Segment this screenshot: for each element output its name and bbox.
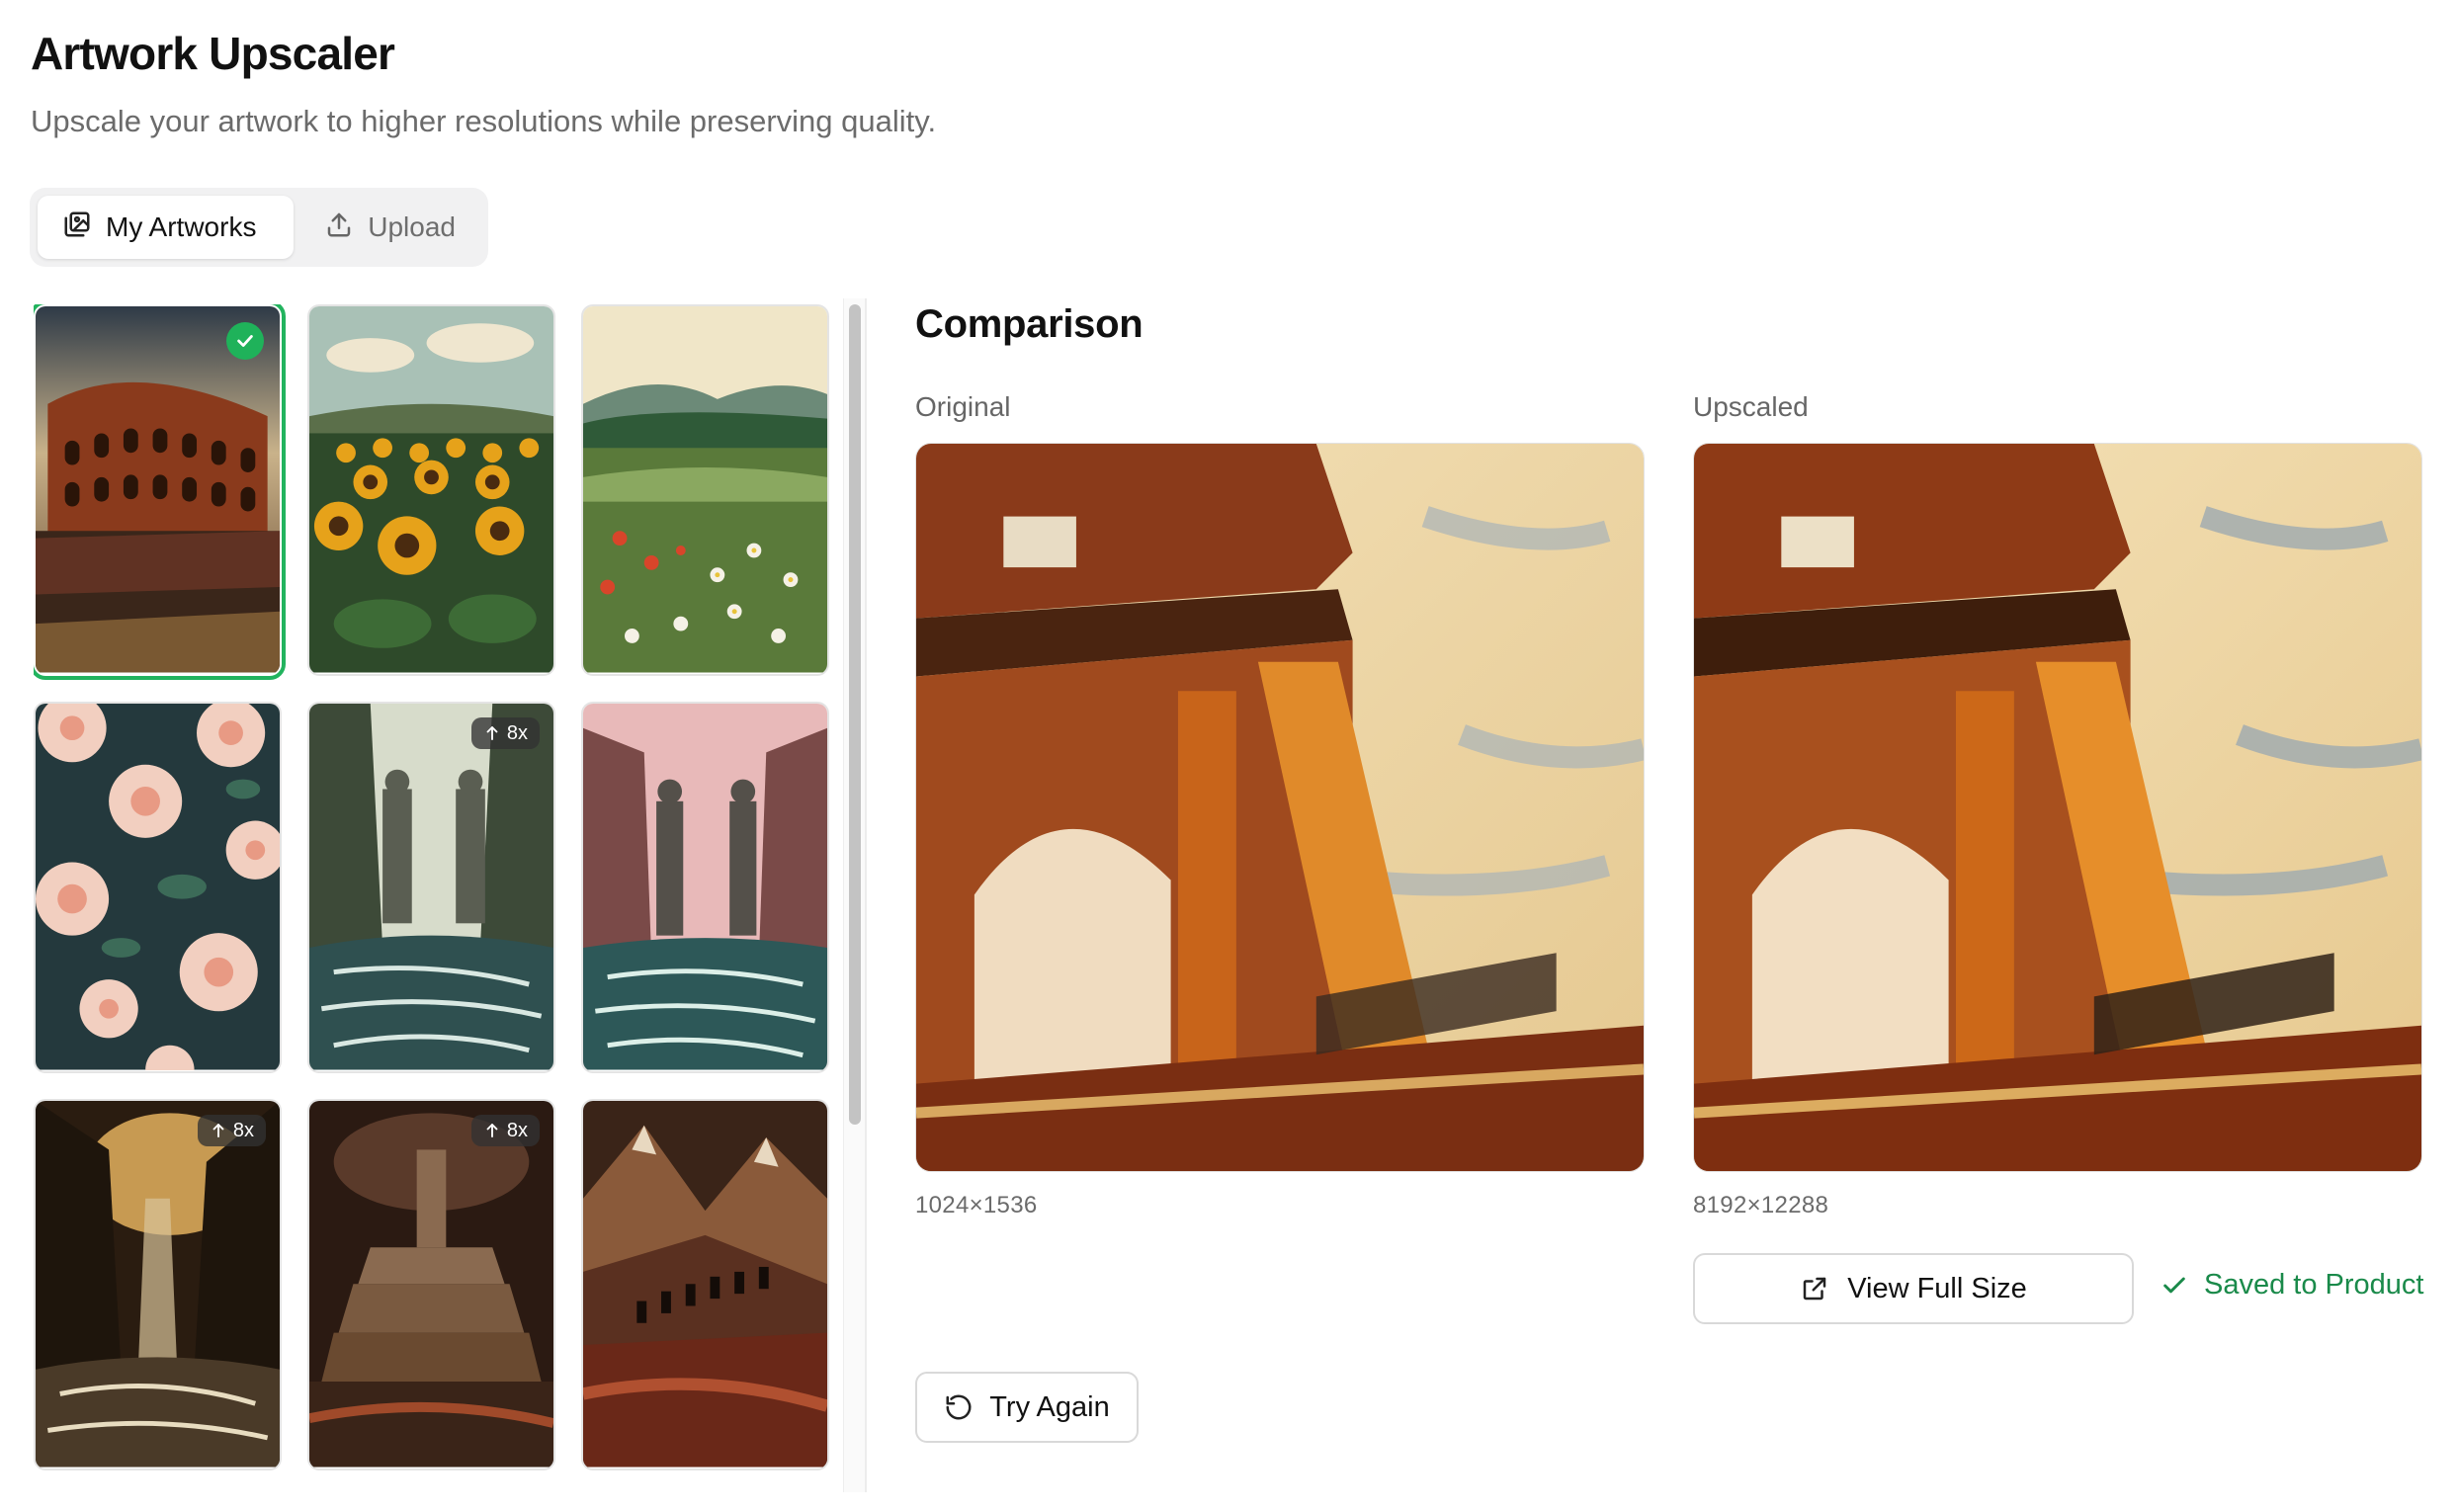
artwork-thumbnail[interactable]	[581, 702, 829, 1073]
artwork-image	[36, 704, 280, 1070]
artwork-thumbnail[interactable]: 8x	[34, 1099, 282, 1470]
original-artwork	[916, 444, 1644, 1171]
artwork-image	[309, 1101, 553, 1468]
artwork-thumbnail[interactable]	[34, 702, 282, 1073]
original-dimensions: 1024×1536	[915, 1192, 1038, 1218]
arrow-up-icon	[212, 1124, 224, 1137]
images-icon	[62, 210, 92, 246]
upscaled-label: Upscaled	[1693, 391, 1809, 422]
tab-upload[interactable]: Upload	[299, 196, 480, 259]
upscale-badge-label: 8x	[232, 1119, 254, 1141]
upscale-badge-label: 8x	[506, 1119, 528, 1141]
page-title: Artwork Upscaler	[31, 28, 395, 79]
tab-my-artworks[interactable]: My Artworks	[38, 196, 295, 259]
artwork-image	[36, 306, 280, 673]
page-header: Artwork Upscaler Upscale your artwork to…	[31, 30, 936, 138]
view-full-size-button[interactable]: View Full Size	[1693, 1253, 2134, 1324]
upscaled-dimensions: 8192×12288	[1693, 1192, 1829, 1218]
selected-check-icon	[226, 322, 264, 360]
artwork-thumbnail[interactable]	[581, 304, 829, 676]
source-tabs: My Artworks Upload	[30, 188, 488, 267]
scrollbar-thumb[interactable]	[849, 304, 861, 1125]
external-link-icon	[1803, 1277, 1826, 1301]
tab-label: Upload	[368, 211, 456, 242]
tab-label: My Artworks	[106, 211, 257, 242]
try-again-button[interactable]: Try Again	[915, 1372, 1139, 1443]
artwork-thumbnail[interactable]	[307, 304, 555, 676]
original-label: Original	[915, 391, 1011, 422]
page-subtitle: Upscale your artwork to higher resolutio…	[31, 104, 937, 138]
try-again-label: Try Again	[989, 1390, 1110, 1423]
gallery-scrollbar[interactable]	[843, 298, 865, 1492]
comparison-title: Comparison	[915, 302, 1144, 346]
rotate-ccw-icon	[946, 1394, 972, 1420]
upscaled-image	[1693, 443, 2422, 1172]
check-icon	[2163, 1277, 2185, 1293]
artwork-thumbnail[interactable]: 8x	[307, 702, 555, 1073]
panel-divider	[865, 298, 867, 1492]
artwork-image	[309, 306, 553, 673]
original-image	[915, 443, 1645, 1172]
saved-status-label: Saved to Product	[2204, 1269, 2424, 1301]
upscaled-artwork	[1694, 444, 2421, 1171]
saved-status: Saved to Product	[2160, 1269, 2423, 1302]
upscale-badge: 8x	[470, 1115, 540, 1146]
artwork-image	[583, 1101, 827, 1468]
view-full-size-label: View Full Size	[1847, 1272, 2027, 1304]
artwork-thumbnail[interactable]	[34, 304, 286, 680]
upscale-badge: 8x	[470, 717, 540, 749]
artwork-thumbnail[interactable]: 8x	[307, 1099, 555, 1470]
artwork-image	[309, 704, 553, 1070]
artwork-image	[36, 1101, 280, 1468]
arrow-up-icon	[486, 726, 498, 740]
artwork-image	[583, 704, 827, 1070]
upload-icon	[324, 210, 354, 246]
upscale-badge-label: 8x	[506, 721, 528, 744]
artwork-gallery: 8x 8x 8x	[34, 304, 834, 1472]
artwork-image	[583, 306, 827, 673]
arrow-up-icon	[486, 1124, 498, 1137]
artwork-thumbnail[interactable]	[581, 1099, 829, 1470]
upscale-badge: 8x	[197, 1115, 266, 1146]
